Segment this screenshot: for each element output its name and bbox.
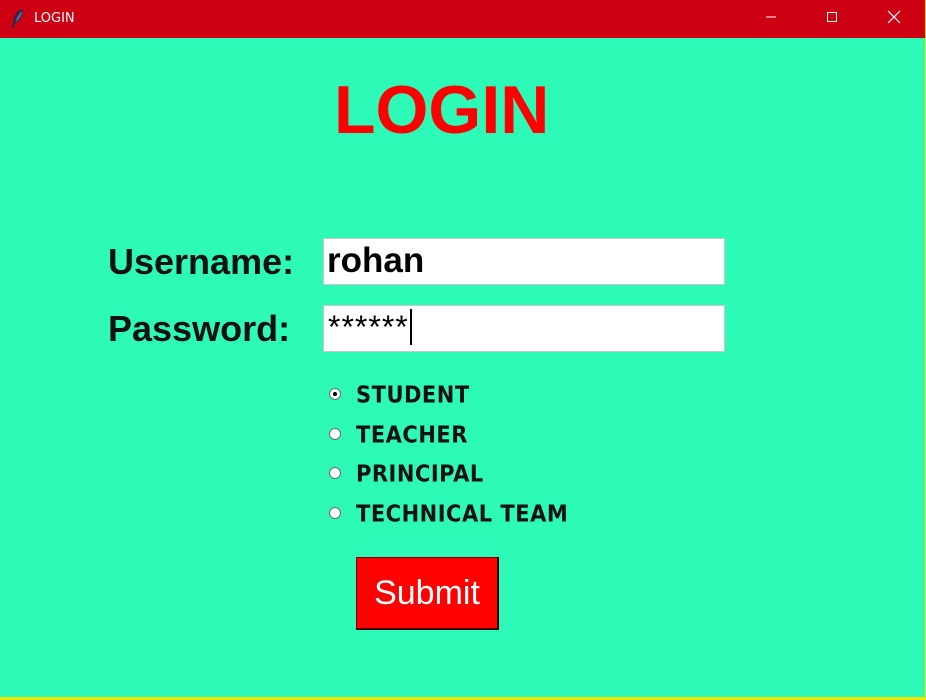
- close-button[interactable]: [863, 0, 925, 38]
- minimize-button[interactable]: [740, 0, 802, 38]
- page-title: LOGIN: [334, 72, 550, 148]
- radio-unchecked-icon[interactable]: [329, 507, 341, 519]
- login-window: LOGIN LOGIN Username: rohan Password: **: [0, 0, 925, 697]
- role-radio-principal[interactable]: PRINCIPAL: [329, 459, 484, 489]
- close-icon: [887, 10, 901, 29]
- title-bar[interactable]: LOGIN: [0, 0, 925, 38]
- role-label-teacher: TEACHER: [356, 422, 468, 448]
- radio-checked-icon[interactable]: [329, 388, 341, 400]
- role-label-principal: PRINCIPAL: [356, 461, 484, 487]
- radio-unchecked-icon[interactable]: [329, 428, 341, 440]
- maximize-icon: [826, 10, 838, 28]
- role-label-technical-team: TECHNICAL TEAM: [356, 501, 569, 527]
- role-radio-technical-team[interactable]: TECHNICAL TEAM: [329, 499, 568, 529]
- username-field[interactable]: rohan: [323, 238, 725, 285]
- password-value: ******: [328, 309, 409, 345]
- submit-button[interactable]: Submit: [356, 557, 499, 630]
- maximize-button[interactable]: [801, 0, 863, 38]
- role-radio-student[interactable]: STUDENT: [329, 380, 470, 410]
- password-field[interactable]: ******: [323, 305, 725, 352]
- radio-unchecked-icon[interactable]: [329, 467, 341, 479]
- window-title: LOGIN: [34, 11, 75, 26]
- text-cursor: [409, 309, 412, 345]
- username-label: Username:: [108, 241, 295, 282]
- feather-icon: [11, 9, 25, 29]
- role-label-student: STUDENT: [356, 382, 470, 408]
- minimize-icon: [765, 10, 777, 28]
- role-radio-teacher[interactable]: TEACHER: [329, 420, 468, 450]
- username-value: rohan: [327, 241, 425, 280]
- password-label: Password:: [108, 308, 291, 349]
- password-value-wrap: ******: [328, 309, 412, 345]
